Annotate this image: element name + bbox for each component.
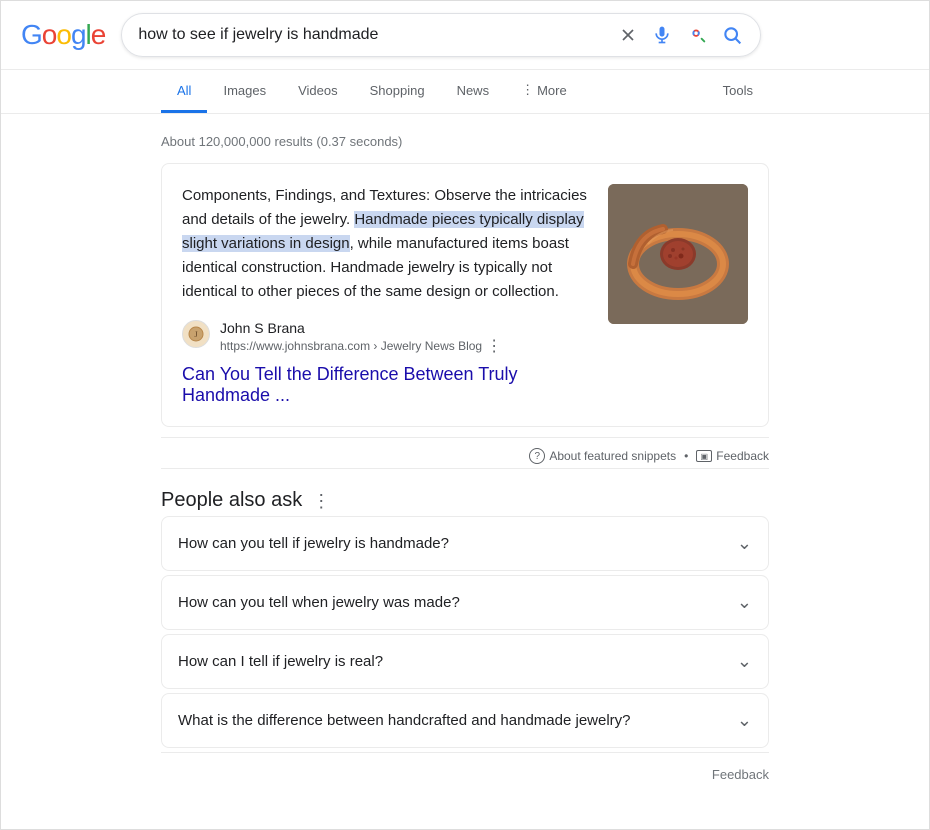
- lens-icon: [686, 24, 708, 46]
- tab-news[interactable]: News: [441, 71, 506, 113]
- svg-text:J: J: [194, 330, 197, 339]
- bottom-divider: [161, 752, 769, 753]
- search-icon-group: [616, 22, 744, 48]
- clear-button[interactable]: [616, 23, 640, 47]
- source-options-icon[interactable]: ⋮: [486, 336, 502, 356]
- about-snippets-label: About featured snippets: [549, 449, 676, 463]
- paa-question: What is the difference between handcraft…: [178, 712, 631, 729]
- paa-menu-icon[interactable]: ⋮: [312, 491, 332, 511]
- tab-videos[interactable]: Videos: [282, 71, 354, 113]
- bottom-feedback[interactable]: Feedback: [161, 757, 769, 792]
- paa-question: How can you tell when jewelry was made?: [178, 594, 460, 611]
- chevron-down-icon: ⌄: [737, 533, 752, 554]
- chevron-down-icon: ⌄: [737, 651, 752, 672]
- snippet-image: [608, 184, 748, 324]
- snippet-footer: ? About featured snippets • ▣ Feedback: [161, 437, 769, 464]
- voice-search-button[interactable]: [650, 23, 674, 47]
- footer-dot: •: [684, 449, 688, 463]
- mic-icon: [652, 25, 672, 45]
- tab-images[interactable]: Images: [207, 71, 282, 113]
- search-bar: [121, 13, 761, 57]
- paa-item[interactable]: What is the difference between handcraft…: [161, 693, 769, 748]
- chevron-down-icon: ⌄: [737, 710, 752, 731]
- source-favicon: J: [182, 320, 210, 348]
- paa-header: People also ask ⋮: [161, 489, 769, 512]
- source-info: J John S Brana https://www.johnsbrana.co…: [182, 320, 588, 356]
- google-logo[interactable]: Google: [21, 19, 105, 51]
- favicon-icon: J: [188, 326, 204, 342]
- more-dots-icon: ⋮: [521, 82, 534, 98]
- about-snippets[interactable]: ? About featured snippets: [529, 448, 676, 464]
- paa-title: People also ask: [161, 489, 302, 512]
- nav-tabs: All Images Videos Shopping News ⋮ More T…: [1, 70, 929, 114]
- search-input[interactable]: [138, 26, 606, 44]
- feedback-link[interactable]: ▣ Feedback: [696, 449, 769, 463]
- paa-section: People also ask ⋮ How can you tell if je…: [161, 489, 769, 792]
- source-name: John S Brana: [220, 320, 588, 336]
- source-url: https://www.johnsbrana.com › Jewelry New…: [220, 336, 588, 356]
- tab-tools[interactable]: Tools: [707, 71, 769, 113]
- snippet-text: Components, Findings, and Textures: Obse…: [182, 184, 588, 304]
- info-icon: ?: [529, 448, 545, 464]
- paa-item[interactable]: How can you tell if jewelry is handmade?…: [161, 516, 769, 571]
- source-details: John S Brana https://www.johnsbrana.com …: [220, 320, 588, 356]
- jewelry-image: [608, 184, 748, 324]
- feedback-icon: ▣: [696, 450, 712, 462]
- result-stats: About 120,000,000 results (0.37 seconds): [161, 124, 769, 163]
- main-content: About 120,000,000 results (0.37 seconds)…: [1, 114, 929, 812]
- divider: [161, 468, 769, 469]
- header: Google: [1, 1, 929, 70]
- featured-snippet: Components, Findings, and Textures: Obse…: [161, 163, 769, 427]
- paa-question: How can you tell if jewelry is handmade?: [178, 535, 449, 552]
- close-icon: [618, 25, 638, 45]
- snippet-link[interactable]: Can You Tell the Difference Between Trul…: [182, 364, 588, 406]
- paa-item[interactable]: How can you tell when jewelry was made? …: [161, 575, 769, 630]
- tab-all[interactable]: All: [161, 71, 207, 113]
- chevron-down-icon: ⌄: [737, 592, 752, 613]
- tab-more[interactable]: ⋮ More: [505, 70, 583, 113]
- search-icon: [722, 25, 742, 45]
- feedback-label: Feedback: [716, 449, 769, 463]
- paa-question: How can I tell if jewelry is real?: [178, 653, 383, 670]
- paa-item[interactable]: How can I tell if jewelry is real? ⌄: [161, 634, 769, 689]
- search-button[interactable]: [720, 23, 744, 47]
- image-search-button[interactable]: [684, 22, 710, 48]
- tab-shopping[interactable]: Shopping: [354, 71, 441, 113]
